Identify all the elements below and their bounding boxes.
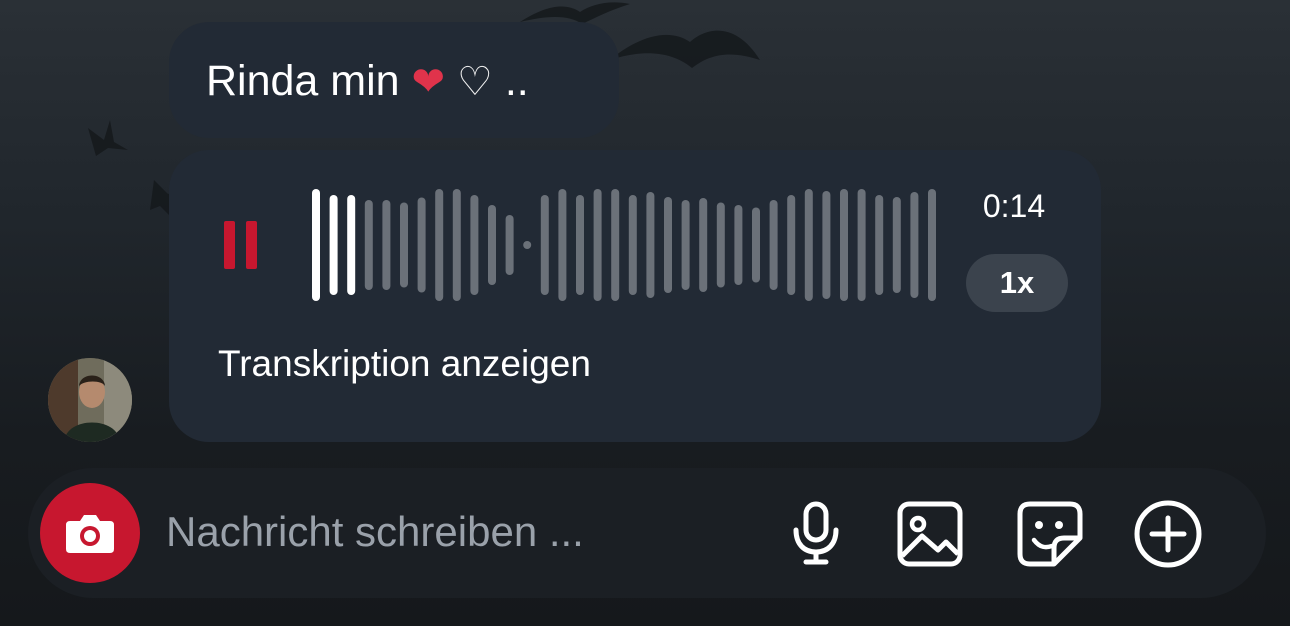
waveform-bar xyxy=(540,195,549,295)
waveform-bar xyxy=(822,191,831,299)
waveform-bar xyxy=(681,200,690,290)
waveform-bar xyxy=(892,197,901,293)
waveform-bar xyxy=(769,200,778,290)
waveform-bar xyxy=(505,215,514,275)
waveform-bar xyxy=(452,189,461,301)
waveform-bar xyxy=(470,195,479,295)
waveform-bar xyxy=(928,189,936,301)
waveform-bar xyxy=(646,192,655,298)
waveform-bar xyxy=(804,189,813,301)
background-bird-graphic xyxy=(88,120,128,156)
image-icon xyxy=(897,501,963,567)
more-options-button[interactable] xyxy=(1132,498,1204,570)
gallery-button[interactable] xyxy=(894,498,966,570)
waveform-bar xyxy=(435,189,444,301)
waveform-bar xyxy=(593,189,602,301)
waveform-bar xyxy=(787,195,796,295)
waveform-bar xyxy=(752,207,760,283)
camera-button[interactable] xyxy=(40,483,140,583)
waveform-bar xyxy=(400,202,408,288)
playback-speed-button[interactable]: 1x xyxy=(966,254,1068,312)
user-avatar-icon xyxy=(48,358,132,442)
waveform-bar xyxy=(664,197,672,293)
pause-button[interactable] xyxy=(221,217,261,273)
white-heart-emoji: ♡ xyxy=(457,59,493,105)
waveform-bar xyxy=(716,202,725,288)
waveform-bar xyxy=(382,200,391,290)
waveform-bar xyxy=(417,197,426,293)
waveform-bar xyxy=(576,195,584,295)
waveform-dot xyxy=(523,241,532,249)
waveform-bar xyxy=(910,192,919,298)
waveform-bar xyxy=(875,195,884,295)
waveform-bar xyxy=(611,189,620,301)
avatar[interactable] xyxy=(48,358,132,442)
camera-icon xyxy=(66,515,114,553)
anatomical-heart-emoji: ❤ xyxy=(411,59,446,105)
waveform-bar xyxy=(734,205,743,285)
show-transcription-link[interactable]: Transkription anzeigen xyxy=(218,342,591,386)
waveform-bar-played xyxy=(329,195,338,295)
message-composer xyxy=(28,468,1266,598)
waveform-bar xyxy=(558,189,567,301)
voice-record-button[interactable] xyxy=(780,498,852,570)
plus-circle-icon xyxy=(1134,500,1202,568)
microphone-icon xyxy=(793,501,839,565)
sticker-button[interactable] xyxy=(1014,498,1086,570)
waveform-bar-played xyxy=(312,189,320,301)
voice-message-bubble: 0:14 1x Transkription anzeigen xyxy=(169,150,1101,442)
waveform-bar xyxy=(857,189,866,301)
audio-waveform[interactable] xyxy=(309,180,939,310)
waveform-bar xyxy=(840,189,848,301)
waveform-bar xyxy=(628,195,637,295)
pause-icon xyxy=(224,221,257,269)
message-trailing-dots: .. xyxy=(504,57,529,105)
text-message-bubble[interactable]: Rinda min ❤ ♡ .. xyxy=(169,22,619,138)
message-text: Rinda min ❤ ♡ .. xyxy=(206,56,529,107)
background-bird-graphic xyxy=(610,30,760,68)
waveform-bar xyxy=(488,205,496,285)
message-input[interactable] xyxy=(166,504,726,560)
sticker-icon xyxy=(1017,501,1083,567)
message-body: Rinda min xyxy=(206,57,400,105)
waveform-bar-played xyxy=(347,195,356,295)
voice-duration: 0:14 xyxy=(982,188,1046,224)
waveform-bar xyxy=(364,200,373,290)
waveform-bar xyxy=(699,198,708,292)
